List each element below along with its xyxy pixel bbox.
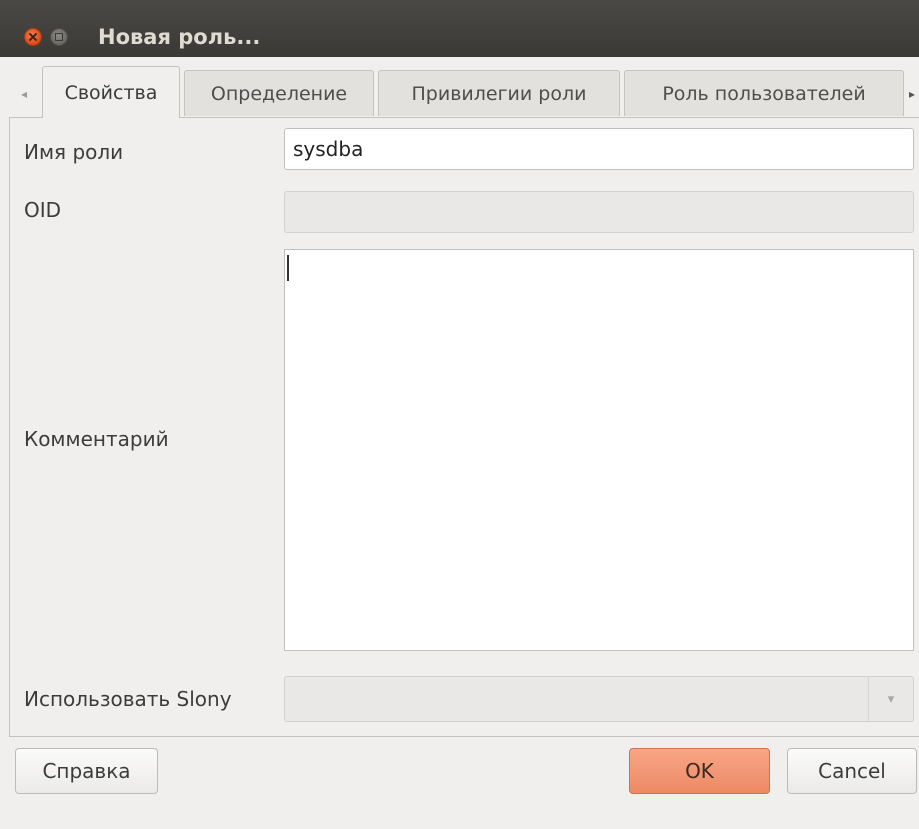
- comment-label: Комментарий: [24, 427, 169, 451]
- help-button[interactable]: Справка: [15, 748, 158, 794]
- use-slony-label: Использовать Slony: [24, 687, 232, 711]
- tab-properties[interactable]: Свойства: [42, 66, 180, 118]
- role-name-input[interactable]: [284, 128, 914, 170]
- role-name-label: Имя роли: [24, 140, 124, 164]
- tab-scroll-left-icon[interactable]: ◂: [12, 70, 36, 118]
- window-title: Новая роль...: [98, 25, 261, 49]
- comment-textarea[interactable]: [284, 249, 914, 651]
- maximize-icon[interactable]: [50, 28, 68, 46]
- tab-definition[interactable]: Определение: [184, 70, 374, 116]
- tab-user-roles[interactable]: Роль пользователей: [624, 70, 904, 116]
- cancel-button[interactable]: Cancel: [787, 748, 917, 794]
- oid-label: OID: [24, 198, 62, 222]
- text-caret: [287, 255, 289, 281]
- tab-scroll-right-icon[interactable]: ▸: [905, 70, 919, 118]
- close-icon[interactable]: [24, 28, 42, 46]
- title-bar: Новая роль...: [0, 0, 919, 57]
- chevron-down-icon[interactable]: ▾: [868, 677, 913, 721]
- oid-input: [284, 191, 914, 233]
- use-slony-select[interactable]: ▾: [284, 676, 914, 722]
- tab-role-privileges[interactable]: Привилегии роли: [378, 70, 620, 116]
- ok-button[interactable]: OK: [629, 748, 770, 794]
